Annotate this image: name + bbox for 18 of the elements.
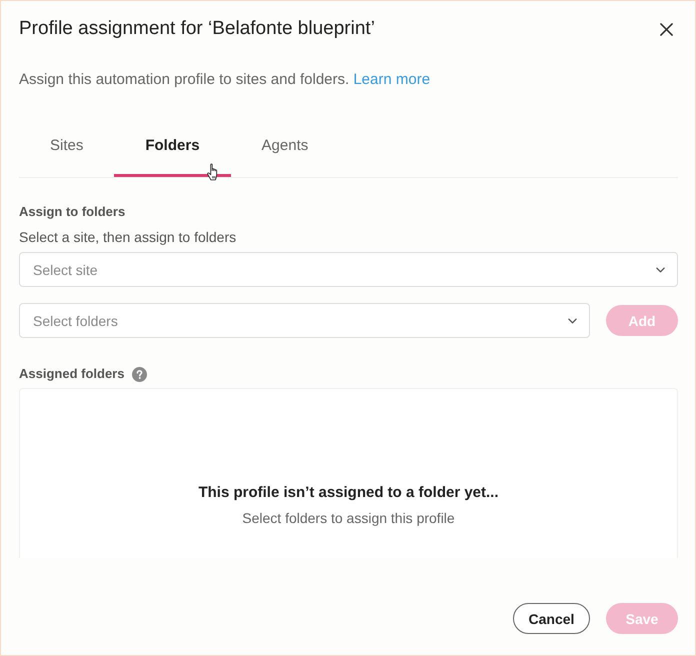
tab[interactable]: Sites (19, 128, 114, 177)
dialog-title: Profile assignment for ‘Belafonte blueprint’ (19, 18, 375, 40)
folder-select[interactable]: Select folders (19, 303, 590, 338)
hint-text: Select a site, then assign to folders (19, 228, 238, 246)
dialog-description: Assign this automation profile to sites and folders. Learn more (19, 70, 432, 90)
section-heading: Assigned folders (19, 365, 124, 383)
learn-more-link[interactable]: Learn more (353, 71, 430, 88)
help-icon[interactable] (132, 366, 148, 382)
chevron-down-icon (656, 266, 665, 272)
tab[interactable]: Agents (230, 128, 340, 177)
site-select[interactable]: Select site (19, 252, 678, 287)
empty-state-text: Select folders to assign this profile (242, 509, 455, 527)
empty-state-title: This profile isn’t assigned to a folder yet... (198, 483, 499, 503)
section-heading: Assign to folders (19, 203, 126, 221)
cancel-button[interactable]: Cancel (513, 603, 590, 634)
close-icon[interactable] (660, 22, 673, 36)
hand-cursor-icon (207, 163, 220, 181)
chevron-down-icon (568, 318, 577, 324)
